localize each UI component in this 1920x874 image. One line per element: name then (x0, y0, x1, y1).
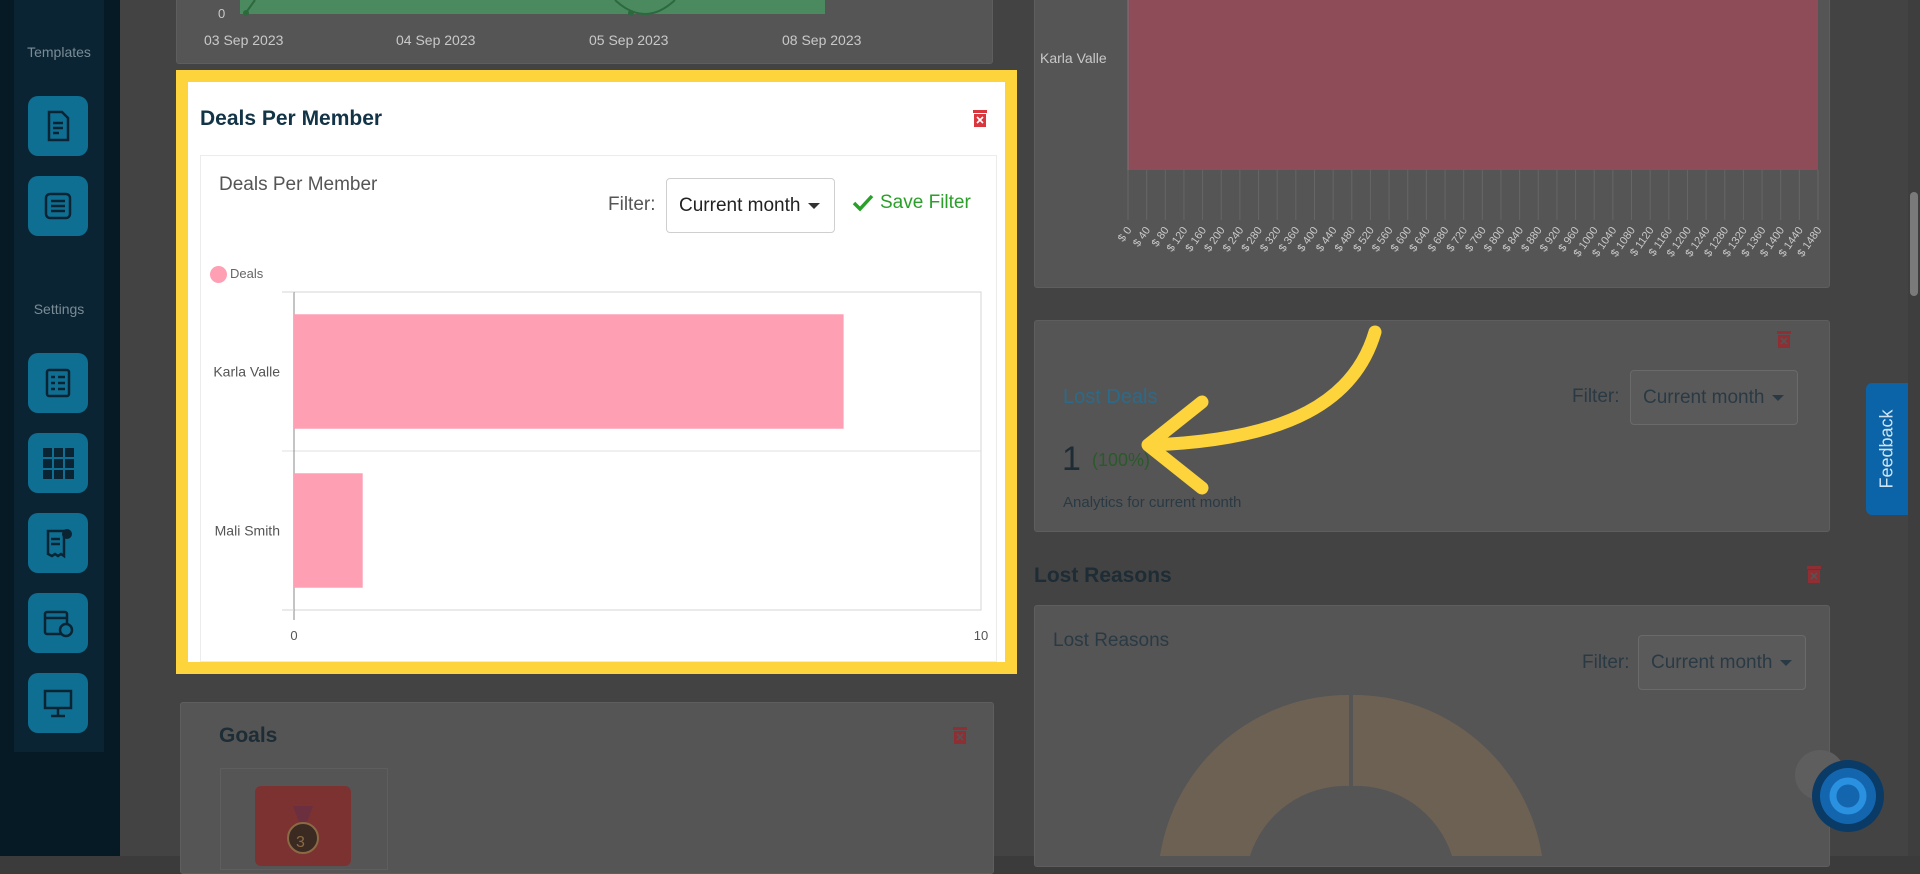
template-document-button[interactable] (28, 96, 88, 156)
settings-invoice-button[interactable] (28, 513, 88, 573)
chevron-down-icon (1780, 659, 1793, 666)
template-list-button[interactable] (28, 176, 88, 236)
document-edit-icon (47, 110, 70, 142)
template-list-icon (44, 192, 72, 220)
revenue-chart-member-label: Karla Valle (1040, 50, 1107, 66)
goals-title: Goals (219, 724, 278, 747)
feedback-tab[interactable]: Feedback (1866, 383, 1908, 515)
page-scrollbar-thumb[interactable] (1910, 192, 1918, 296)
lost-reasons-card-title: Lost Reasons (1034, 564, 1172, 587)
x-tick-label: 10 (974, 628, 988, 643)
deals-per-member-card-title: Deals Per Member (200, 107, 383, 130)
settings-form-button[interactable] (28, 353, 88, 413)
deals-per-member-chart: Karla Valle Mali Smith 0 10 (213, 291, 988, 643)
legend-label[interactable]: Deals (230, 266, 263, 281)
lost-deals-delete-icon[interactable] (1776, 330, 1792, 348)
lost-reasons-filter-label: Filter: (1582, 652, 1630, 673)
y-tick-label: Karla Valle (213, 364, 280, 380)
donut-slice (1353, 694, 1542, 856)
settings-presentation-button[interactable] (28, 673, 88, 733)
calendar-clock-icon (43, 610, 74, 638)
deals-filter-label: Filter: (608, 194, 656, 215)
deals-filter-value: Current month (679, 194, 801, 216)
chat-launcher-button[interactable] (1812, 760, 1884, 832)
lost-deals-count: 1 (1062, 440, 1081, 478)
invoice-dollar-icon (46, 529, 72, 559)
checkmark-icon (852, 194, 874, 212)
form-checklist-icon (45, 368, 71, 398)
x-tick-label: 0 (290, 628, 297, 643)
previous-chart-date: 08 Sep 2023 (782, 32, 862, 48)
settings-grid-button[interactable] (28, 433, 88, 493)
previous-chart-date: 05 Sep 2023 (589, 32, 669, 48)
grid-apps-icon (43, 448, 74, 479)
bar-deals[interactable] (294, 473, 363, 588)
lost-reasons-donut (1160, 694, 1542, 856)
deals-filter-select[interactable]: Current month (666, 178, 835, 233)
previous-chart-date: 04 Sep 2023 (396, 32, 476, 48)
settings-calendar-button[interactable] (28, 593, 88, 653)
settings-heading: Settings (33, 301, 85, 317)
revenue-bar (1128, 0, 1818, 170)
templates-heading: Templates (27, 44, 91, 60)
x-tick-label: $ 40 (1131, 225, 1153, 249)
goals-delete-icon[interactable] (952, 726, 968, 744)
save-filter-button[interactable]: Save Filter (852, 192, 971, 214)
page-scrollbar-track[interactable] (1908, 0, 1920, 856)
donut-slice (1160, 694, 1349, 856)
y-tick-label: Mali Smith (215, 523, 280, 539)
lost-deals-filter-select[interactable]: Current month (1630, 370, 1798, 425)
presentation-monitor-icon (43, 689, 73, 718)
lost-reasons-delete-icon[interactable] (1806, 565, 1822, 583)
feedback-label: Feedback (1876, 409, 1897, 489)
save-filter-label: Save Filter (880, 192, 971, 213)
lost-reasons-chart-title: Lost Reasons (1053, 630, 1170, 651)
goal-badge-number: 3 (296, 834, 305, 851)
lost-deals-filter-value: Current month (1643, 386, 1765, 408)
lost-deals-filter-label: Filter: (1572, 386, 1620, 407)
chat-ring-icon (1820, 768, 1876, 824)
previous-chart-date: 03 Sep 2023 (204, 32, 284, 48)
previous-chart-area (240, 0, 825, 16)
lost-reasons-filter-select[interactable]: Current month (1638, 635, 1806, 690)
deals-per-member-chart-title: Deals Per Member (219, 174, 378, 195)
revenue-chart: $ 0$ 40$ 80$ 120$ 160$ 200$ 240$ 280$ 32… (1116, 0, 1824, 259)
chevron-down-icon (1772, 394, 1785, 401)
annotation-arrow (1141, 325, 1382, 495)
previous-chart-zero-tick: 0 (218, 6, 226, 21)
chevron-down-icon (808, 202, 821, 209)
deals-per-member-delete-icon[interactable] (972, 109, 988, 127)
lost-reasons-filter-value: Current month (1651, 651, 1773, 673)
bar-deals[interactable] (294, 314, 844, 429)
